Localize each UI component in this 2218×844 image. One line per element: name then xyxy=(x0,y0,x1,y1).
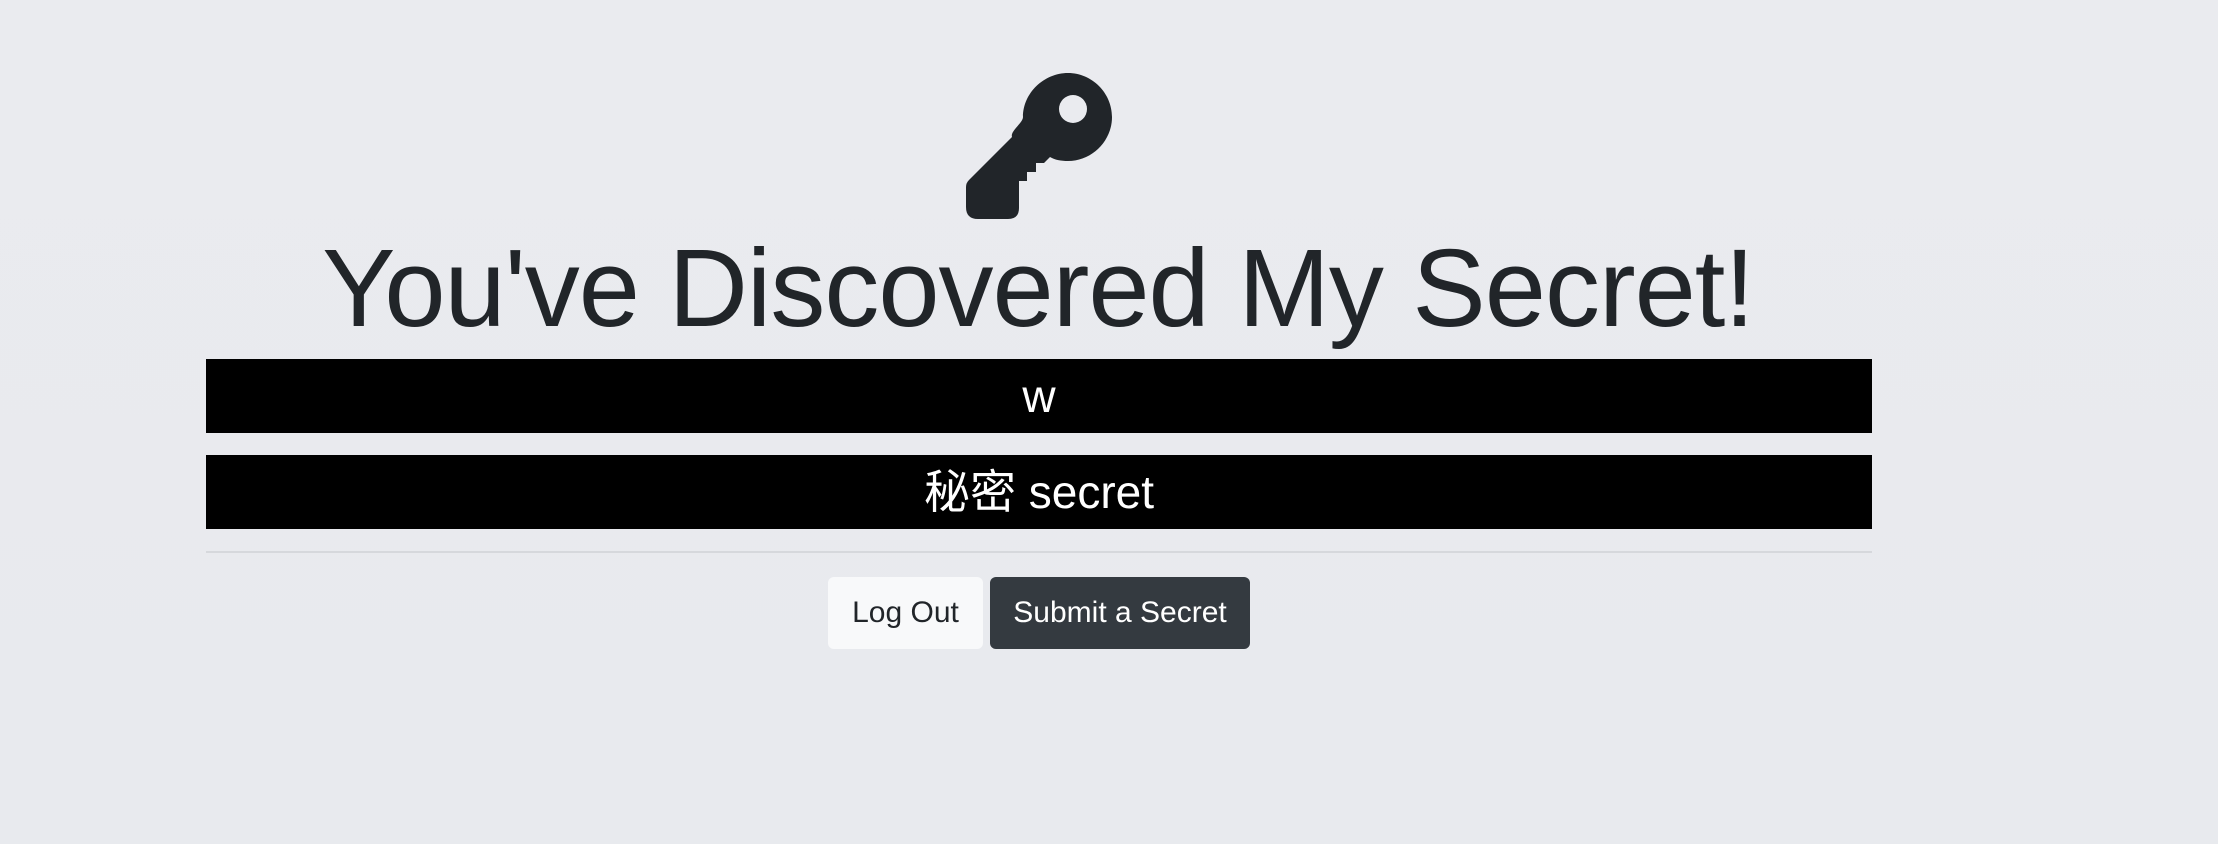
secret-item: w xyxy=(206,359,1872,433)
secrets-page: You've Discovered My Secret! w 秘密 secret… xyxy=(0,0,2218,844)
secret-item: 秘密 secret xyxy=(206,455,1872,529)
logout-button[interactable]: Log Out xyxy=(828,577,983,649)
submit-secret-button[interactable]: Submit a Secret xyxy=(990,577,1250,649)
divider xyxy=(206,551,1872,553)
page-title: You've Discovered My Secret! xyxy=(322,227,1755,350)
key-icon xyxy=(966,73,1112,219)
